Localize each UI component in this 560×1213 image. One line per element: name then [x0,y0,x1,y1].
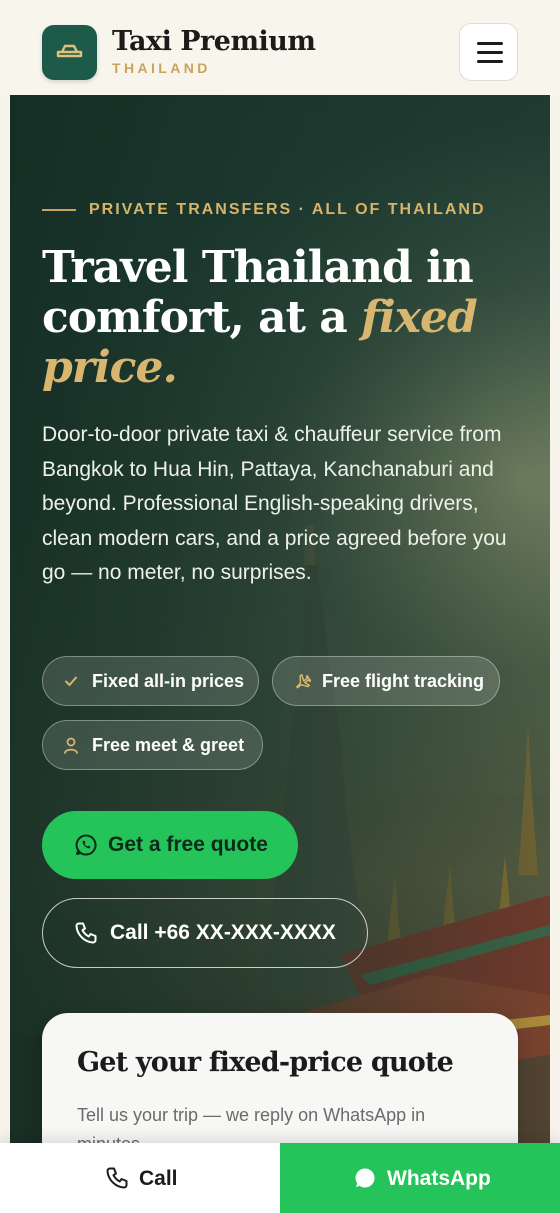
feature-chip-fixed-prices: Fixed all-in prices [42,656,259,706]
taxi-car-icon [56,44,83,58]
bottom-call-button[interactable]: Call [0,1143,280,1213]
plane-icon [296,674,311,689]
hero-headline: Travel Thailand in comfort, at a fixed p… [42,243,522,393]
bottom-call-label: Call [139,1167,178,1190]
menu-button[interactable] [459,23,518,81]
hamburger-icon-line [477,60,503,63]
site-header: Taxi Premium THAILAND [0,0,560,95]
feature-chip-meet-greet: Free meet & greet [42,720,263,770]
get-quote-label: Get a free quote [108,833,268,856]
call-phone-button[interactable]: Call +66 XX-XXX-XXXX [42,898,368,968]
hero-eyebrow: PRIVATE TRANSFERS · ALL OF THAILAND [89,201,486,218]
whatsapp-icon [355,1168,375,1188]
logo[interactable] [42,25,97,80]
chip-label: Free meet & greet [92,735,245,755]
call-phone-label: Call +66 XX-XXX-XXXX [110,921,336,944]
bottom-whatsapp-button[interactable]: WhatsApp [280,1143,560,1213]
bottom-whatsapp-label: WhatsApp [387,1167,491,1190]
sticky-contact-bar: Call WhatsApp [0,1143,560,1213]
feature-chip-flight-tracking: Free flight tracking [272,656,500,706]
hero-description: Door-to-door private taxi & chauffeur se… [42,423,507,584]
check-icon [65,676,77,686]
quote-card-title: Get your fixed-price quote [77,1047,454,1078]
brand-subtitle: THAILAND [112,60,211,76]
hamburger-icon-line [477,51,503,54]
phone-icon [75,922,97,944]
chip-label: Fixed all-in prices [92,671,245,691]
brand-name[interactable]: Taxi Premium [112,26,316,57]
phone-icon [106,1167,128,1189]
whatsapp-icon [75,834,97,856]
hamburger-icon [477,42,503,45]
person-icon [64,737,78,754]
get-quote-button[interactable]: Get a free quote [42,811,298,879]
chip-label: Free flight tracking [322,671,485,691]
eyebrow-divider [42,209,76,211]
